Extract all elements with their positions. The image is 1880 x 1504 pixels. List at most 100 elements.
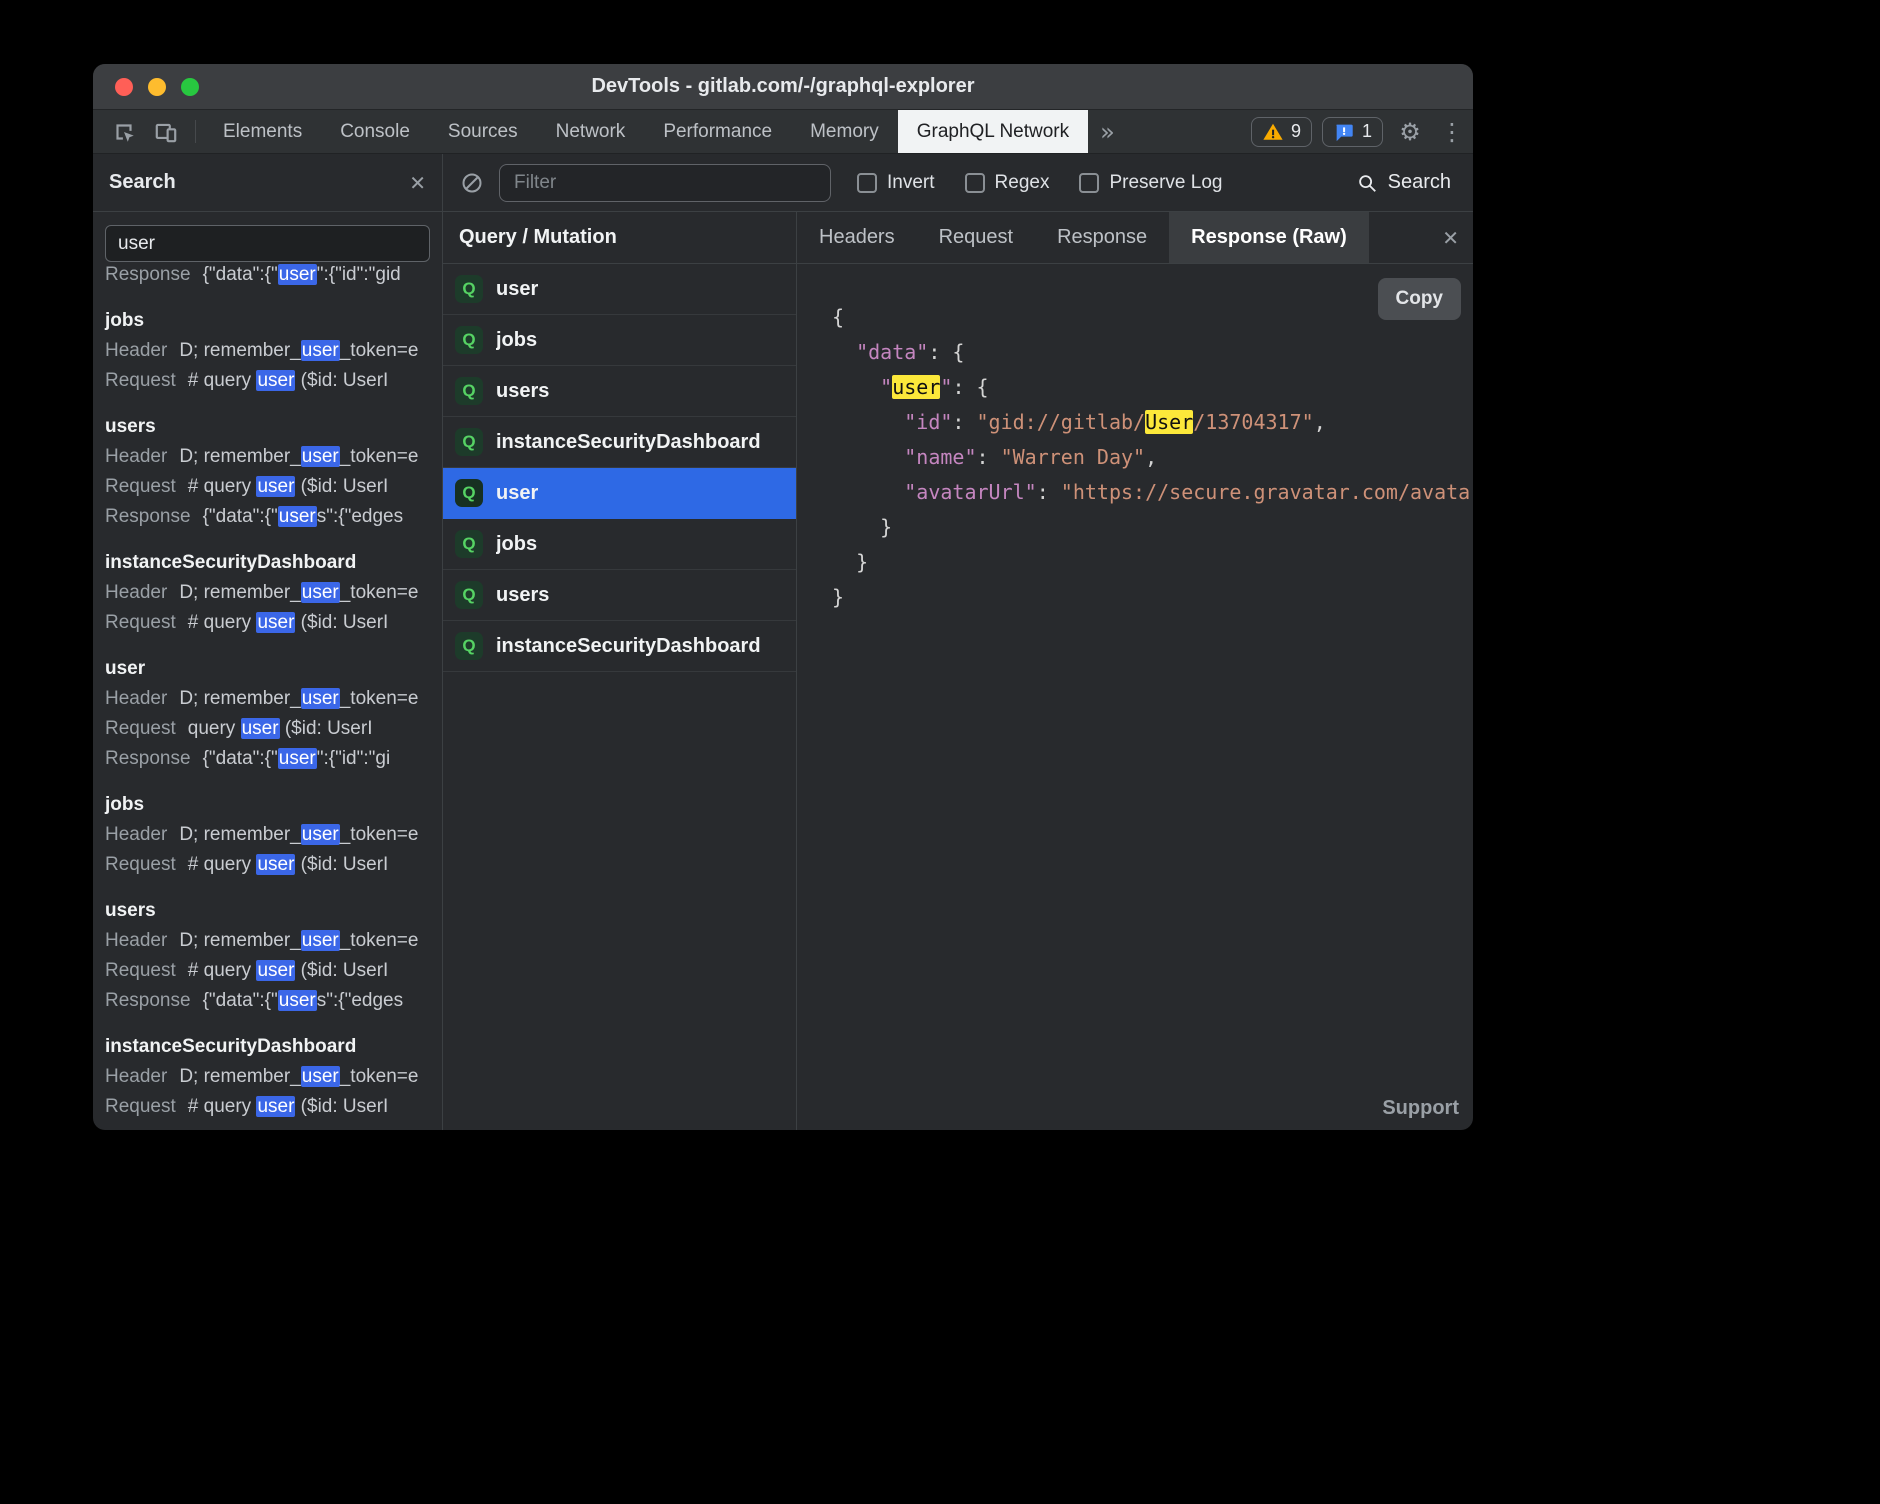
search-result-line-content: D; remember_user_token=e bbox=[179, 446, 418, 467]
search-result-line[interactable]: Request# query user ($id: UserI bbox=[105, 956, 442, 986]
search-result-operation[interactable]: user bbox=[105, 658, 442, 680]
devtools-tab-performance[interactable]: Performance bbox=[644, 110, 791, 153]
close-search-icon[interactable]: ✕ bbox=[409, 171, 426, 195]
search-highlight: user bbox=[301, 688, 340, 709]
search-highlight: user bbox=[301, 340, 340, 361]
search-result-line[interactable]: Response{"data":{"users":{"edges bbox=[105, 502, 442, 532]
query-list-item-user[interactable]: Quser bbox=[443, 264, 796, 315]
search-result-operation[interactable]: jobs bbox=[105, 794, 442, 816]
search-input[interactable] bbox=[105, 225, 430, 262]
toolbar-search-button[interactable]: Search bbox=[1356, 171, 1451, 194]
search-result-line-label: Request bbox=[105, 854, 176, 875]
query-list-item-instancesecuritydashboard[interactable]: QinstanceSecurityDashboard bbox=[443, 621, 796, 672]
search-panel-header: Search ✕ bbox=[93, 154, 442, 212]
search-icon bbox=[1356, 172, 1378, 194]
query-list-item-users[interactable]: Qusers bbox=[443, 366, 796, 417]
search-result-line[interactable]: Requestquery user ($id: UserI bbox=[105, 714, 442, 744]
query-list-item-label: users bbox=[496, 584, 549, 607]
warnings-badge[interactable]: 9 bbox=[1251, 117, 1312, 147]
search-result-operation[interactable]: instanceSecurityDashboard bbox=[105, 1036, 442, 1058]
search-result-line[interactable]: HeaderD; remember_user_token=e bbox=[105, 684, 442, 714]
details-tab-response[interactable]: Response bbox=[1035, 212, 1169, 263]
filter-input[interactable] bbox=[499, 164, 831, 202]
details-pane: HeadersRequestResponseResponse (Raw) ✕ C… bbox=[797, 212, 1473, 1130]
query-list-item-jobs[interactable]: Qjobs bbox=[443, 519, 796, 570]
search-highlight: user bbox=[256, 854, 295, 875]
window-titlebar: DevTools - gitlab.com/-/graphql-explorer bbox=[93, 64, 1473, 110]
devtools-tab-memory[interactable]: Memory bbox=[791, 110, 898, 153]
search-highlight: user bbox=[278, 506, 317, 527]
query-list-item-label: user bbox=[496, 482, 538, 505]
search-highlight: user bbox=[241, 718, 280, 739]
search-result-line[interactable]: Response{"data":{"user":{"id":"gid bbox=[105, 264, 442, 290]
search-result-line[interactable]: Request # query user ($id: UserI bbox=[105, 850, 442, 880]
search-result-line[interactable]: Response{"data":{"users":{"edges bbox=[105, 986, 442, 1016]
query-list-item-user[interactable]: Quser bbox=[443, 468, 796, 519]
query-list-item-instancesecuritydashboard[interactable]: QinstanceSecurityDashboard bbox=[443, 417, 796, 468]
details-tab-response-raw[interactable]: Response (Raw) bbox=[1169, 212, 1369, 263]
details-tab-headers[interactable]: Headers bbox=[797, 212, 917, 263]
search-result-line-content: {"data":{"users":{"edges bbox=[203, 506, 404, 527]
query-icon: Q bbox=[455, 326, 483, 354]
search-result-line[interactable]: Request# query user ($id: UserI bbox=[105, 608, 442, 638]
filter-checkboxes: Invert Regex Preserve Log bbox=[857, 172, 1252, 194]
more-tabs-icon[interactable]: » bbox=[1088, 110, 1127, 153]
query-icon: Q bbox=[455, 275, 483, 303]
search-result-operation[interactable]: users bbox=[105, 900, 442, 922]
devtools-tab-sources[interactable]: Sources bbox=[429, 110, 537, 153]
devtools-body: Search ✕ Response{"data":{"user":{"id":"… bbox=[93, 154, 1473, 1130]
search-result-operation[interactable]: instanceSecurityDashboard bbox=[105, 552, 442, 574]
response-raw-view: Copy { "data": { "user": { "id": "gid://… bbox=[797, 264, 1473, 1130]
query-list-item-label: user bbox=[496, 278, 538, 301]
search-result-line[interactable]: HeaderD; remember_user_token=e bbox=[105, 926, 442, 956]
network-panel: InvertRegexPreserve Log Search Query / M… bbox=[443, 154, 1473, 1130]
inspect-element-icon[interactable] bbox=[103, 110, 145, 153]
search-result-line-label: Header bbox=[105, 824, 167, 845]
support-link[interactable]: Support bbox=[1382, 1097, 1459, 1120]
search-result-operation[interactable]: jobs bbox=[105, 310, 442, 332]
devtools-tab-console[interactable]: Console bbox=[321, 110, 429, 153]
search-result-line[interactable]: Response{"data":{"user":{"id":"gi bbox=[105, 744, 442, 774]
settings-gear-icon[interactable]: ⚙ bbox=[1389, 110, 1431, 153]
search-result-line[interactable]: Request# query user ($id: UserI bbox=[105, 1092, 442, 1122]
search-result-line-label: Response bbox=[105, 990, 191, 1011]
zoom-window-button[interactable] bbox=[181, 78, 199, 96]
copy-button[interactable]: Copy bbox=[1378, 278, 1462, 320]
messages-badge[interactable]: 1 bbox=[1322, 117, 1383, 147]
search-result-line[interactable]: HeaderD; remember_user_token=e bbox=[105, 336, 442, 366]
details-tab-request[interactable]: Request bbox=[917, 212, 1036, 263]
search-highlight: user bbox=[278, 264, 317, 285]
checkbox-invert[interactable]: Invert bbox=[857, 172, 935, 194]
device-toolbar-icon[interactable] bbox=[145, 110, 187, 153]
menu-dots-icon[interactable]: ⋮ bbox=[1431, 110, 1473, 153]
close-details-icon[interactable]: ✕ bbox=[1442, 226, 1459, 250]
search-result-line-content: # query user ($id: UserI bbox=[188, 960, 389, 981]
query-icon: Q bbox=[455, 530, 483, 558]
query-list-item-users[interactable]: Qusers bbox=[443, 570, 796, 621]
devtools-tab-network[interactable]: Network bbox=[537, 110, 645, 153]
devtools-tab-graphql-network[interactable]: GraphQL Network bbox=[898, 110, 1088, 153]
query-list-item-label: jobs bbox=[496, 533, 537, 556]
search-highlight: user bbox=[301, 582, 340, 603]
search-result-line[interactable]: HeaderD; remember_user_token=e bbox=[105, 578, 442, 608]
search-result-operation[interactable]: users bbox=[105, 416, 442, 438]
json-response-code: { "data": { "user": { "id": "gid://gitla… bbox=[797, 264, 1473, 615]
search-highlight: user bbox=[301, 824, 340, 845]
clear-icon[interactable] bbox=[457, 171, 487, 195]
search-result-line[interactable]: HeaderD; remember_user_token=e bbox=[105, 442, 442, 472]
search-result-line-content: # query user ($id: UserI bbox=[188, 854, 389, 875]
search-result-line[interactable]: Request# query user ($id: UserI bbox=[105, 366, 442, 396]
devtools-tab-elements[interactable]: Elements bbox=[204, 110, 321, 153]
minimize-window-button[interactable] bbox=[148, 78, 166, 96]
query-list-item-jobs[interactable]: Qjobs bbox=[443, 315, 796, 366]
checkbox-regex[interactable]: Regex bbox=[965, 172, 1050, 194]
checkbox-preserve-log[interactable]: Preserve Log bbox=[1079, 172, 1222, 194]
search-result-line-content: # query user ($id: UserI bbox=[188, 612, 389, 633]
search-result-line[interactable]: HeaderD; remember_user_token=e bbox=[105, 1062, 442, 1092]
checkbox-box bbox=[857, 173, 877, 193]
search-highlight: User bbox=[1145, 410, 1193, 434]
close-window-button[interactable] bbox=[115, 78, 133, 96]
search-box bbox=[93, 212, 442, 264]
search-result-line[interactable]: Request# query user ($id: UserI bbox=[105, 472, 442, 502]
search-result-line[interactable]: HeaderD; remember_user_token=e bbox=[105, 820, 442, 850]
